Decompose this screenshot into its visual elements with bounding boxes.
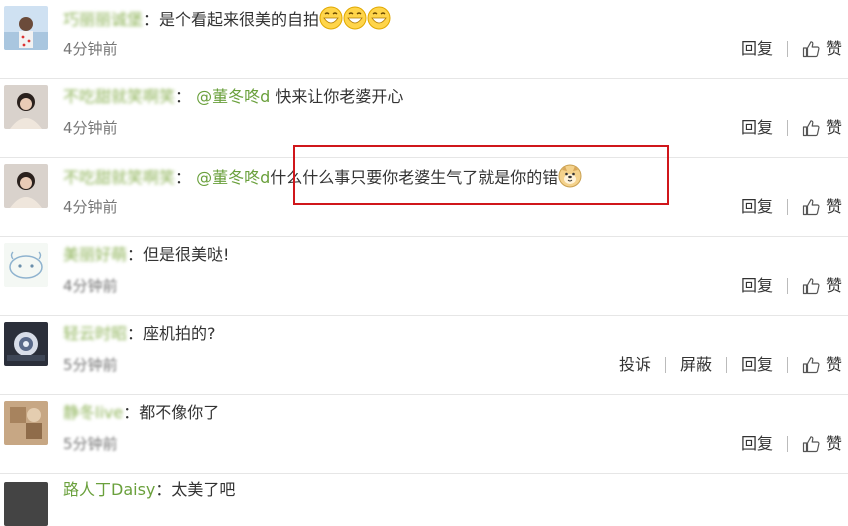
comment-text: 不吃甜就笑啊笑： @董冬咚d 快来让你老婆开心 [63,87,404,106]
thumbs-up-icon [802,41,820,58]
comment-actions: 回复 赞 [741,433,842,455]
divider [786,278,788,294]
reply-button[interactable]: 回复 [741,354,773,376]
like-button[interactable]: 赞 [802,117,842,139]
reply-button[interactable]: 回复 [741,38,773,60]
comment-item: 静冬live：都不像你了 5分钟前 回复 赞 [0,395,848,474]
comment-item: 不吃甜就笑啊笑： @董冬咚d什么什么事只要你老婆生气了就是你的错 4分钟前 回复… [0,158,848,237]
divider [664,357,666,373]
grin-emoji-icon [319,6,343,30]
username-link[interactable]: 静冬live [63,403,123,422]
like-label: 赞 [825,276,842,295]
comment-item: 轻云时昭：座机拍的? 5分钟前 投诉 屏蔽 回复 赞 [0,316,848,395]
timestamp: 4分钟前 [63,277,118,295]
grin-emoji-icon [343,6,367,30]
comment-text: 轻云时昭：座机拍的? [63,324,216,343]
comment-item: 巧丽丽诚堡：是个看起来很美的自拍 4分钟前 回复 赞 [0,0,848,79]
username-link[interactable]: 巧丽丽诚堡 [63,10,143,29]
like-button[interactable]: 赞 [802,354,842,376]
timestamp: 4分钟前 [63,40,118,58]
divider [786,436,788,452]
reply-button[interactable]: 回复 [741,117,773,139]
thumbs-up-icon [802,278,820,295]
comment-text: 路人丁Daisy：太美了吧 [63,480,236,499]
timestamp: 4分钟前 [63,198,118,216]
like-label: 赞 [825,197,842,216]
report-button[interactable]: 投诉 [619,354,651,376]
avatar[interactable] [4,85,48,129]
comment-text: 不吃甜就笑啊笑： @董冬咚d什么什么事只要你老婆生气了就是你的错 [63,164,582,190]
doge-emoji-icon [558,164,582,188]
thumbs-up-icon [802,120,820,137]
username-link[interactable]: 路人丁Daisy [63,480,155,499]
username-link[interactable]: 不吃甜就笑啊笑 [63,87,175,106]
avatar[interactable] [4,6,48,50]
like-label: 赞 [825,434,842,453]
block-button[interactable]: 屏蔽 [680,354,712,376]
username-link[interactable]: 美丽好萌 [63,245,127,264]
mention-link[interactable]: @董冬咚d [196,168,270,187]
comment-actions: 回复 赞 [741,275,842,297]
avatar[interactable] [4,243,48,287]
avatar[interactable] [4,482,48,526]
divider [786,120,788,136]
comment-text: 美丽好萌：但是很美哒! [63,245,230,264]
like-button[interactable]: 赞 [802,38,842,60]
username-link[interactable]: 不吃甜就笑啊笑 [63,168,175,187]
like-label: 赞 [825,355,842,374]
avatar[interactable] [4,401,48,445]
like-label: 赞 [825,39,842,58]
username-link[interactable]: 轻云时昭 [63,324,127,343]
reply-button[interactable]: 回复 [741,275,773,297]
thumbs-up-icon [802,436,820,453]
comment-list: 巧丽丽诚堡：是个看起来很美的自拍 4分钟前 回复 赞 不吃甜就笑啊笑： @董冬咚… [0,0,848,526]
divider [725,357,727,373]
reply-button[interactable]: 回复 [741,196,773,218]
emoji-group [319,6,391,30]
timestamp: 5分钟前 [63,356,118,374]
comment-actions: 回复 赞 [741,196,842,218]
divider [786,357,788,373]
like-button[interactable]: 赞 [802,196,842,218]
comment-body: 座机拍的? [143,324,216,343]
comment-item: 美丽好萌：但是很美哒! 4分钟前 回复 赞 [0,237,848,316]
like-button[interactable]: 赞 [802,433,842,455]
avatar[interactable] [4,322,48,366]
reply-button[interactable]: 回复 [741,433,773,455]
comment-body: 但是很美哒! [143,245,230,264]
divider [786,199,788,215]
divider [786,41,788,57]
mention-link[interactable]: @董冬咚d [196,87,270,106]
comment-actions: 投诉 屏蔽 回复 赞 [619,354,842,376]
grin-emoji-icon [367,6,391,30]
comment-body: 太美了吧 [171,480,236,499]
comment-body: 什么什么事只要你老婆生气了就是你的错 [270,168,559,187]
comment-text: 静冬live：都不像你了 [63,403,220,422]
comment-body: 都不像你了 [139,403,220,422]
thumbs-up-icon [802,199,820,216]
comment-text: 巧丽丽诚堡：是个看起来很美的自拍 [63,6,391,32]
comment-actions: 回复 赞 [741,117,842,139]
comment-body: 是个看起来很美的自拍 [159,10,320,29]
comment-actions: 回复 赞 [741,38,842,60]
timestamp: 5分钟前 [63,435,118,453]
like-button[interactable]: 赞 [802,275,842,297]
like-label: 赞 [825,118,842,137]
comment-body: 快来让你老婆开心 [275,87,404,106]
timestamp: 4分钟前 [63,119,118,137]
avatar[interactable] [4,164,48,208]
comment-item: 不吃甜就笑啊笑： @董冬咚d 快来让你老婆开心 4分钟前 回复 赞 [0,79,848,158]
thumbs-up-icon [802,357,820,374]
